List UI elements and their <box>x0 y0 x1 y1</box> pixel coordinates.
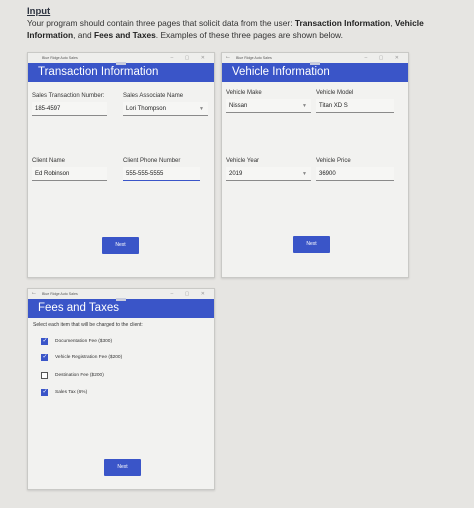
next-button[interactable]: Next <box>293 236 330 253</box>
vehicle-model-value: Titan XD S <box>319 103 348 109</box>
window-controls[interactable]: – ▢ ✕ <box>171 55 210 61</box>
intro-text-post: . Examples of these three pages are show… <box>155 30 343 40</box>
vehicle-model-field[interactable]: Titan XD S <box>316 99 394 113</box>
chevron-down-icon: ▼ <box>199 106 204 112</box>
vehicle-price-field[interactable]: 36900 <box>316 167 394 181</box>
intro-bold-fees: Fees and Taxes <box>94 30 156 40</box>
intro-text-pre: Your program should contain three pages … <box>27 18 295 28</box>
client-phone-label: Client Phone Number <box>123 158 181 164</box>
title-tab-marker <box>116 62 126 65</box>
page-title: Fees and Taxes <box>28 299 214 318</box>
page-title: Transaction Information <box>28 63 214 82</box>
destination-fee-checkbox[interactable] <box>41 372 48 379</box>
documentation-fee-label: Documentation Fee ($300) <box>55 339 113 344</box>
window-controls[interactable]: – ▢ ✕ <box>365 55 404 61</box>
sales-tax-checkbox[interactable] <box>41 388 48 396</box>
client-phone-field[interactable]: 555-555-5555 <box>123 167 200 181</box>
sales-transaction-number-label: Sales Transaction Number: <box>32 93 105 99</box>
vehicle-make-label: Vehicle Make <box>226 90 262 96</box>
title-tab-marker <box>310 62 320 65</box>
vehicle-make-value: Nissan <box>229 103 248 109</box>
next-button[interactable]: Next <box>102 237 139 254</box>
vehicle-model-label: Vehicle Model <box>316 90 354 96</box>
fees-window: ← Blue Ridge Auto Sales – ▢ ✕ Fees and T… <box>27 288 215 490</box>
arrow-left-icon[interactable]: ← <box>225 54 231 60</box>
intro-text-mid2: , and <box>73 30 95 40</box>
sales-transaction-number-field[interactable]: 185-4597 <box>32 102 107 116</box>
registration-fee-label: Vehicle Registration Fee ($200) <box>55 355 123 360</box>
intro-bold-transaction: Transaction Information <box>294 18 391 28</box>
sales-tax-label: Sales Tax (6%) <box>55 390 88 395</box>
chevron-down-icon: ▼ <box>302 171 307 177</box>
next-button[interactable]: Next <box>104 459 141 476</box>
client-name-field[interactable]: Ed Robinson <box>32 167 107 181</box>
vehicle-year-label: Vehicle Year <box>226 158 260 164</box>
client-name-label: Client Name <box>32 158 66 164</box>
client-name-value: Ed Robinson <box>35 171 70 177</box>
chevron-down-icon: ▼ <box>302 103 307 109</box>
title-tab-marker <box>116 298 126 301</box>
vehicle-make-dropdown[interactable]: Nissan ▼ <box>226 99 311 113</box>
sales-associate-name-dropdown[interactable]: Lori Thompson ▼ <box>123 102 208 116</box>
window-controls[interactable]: – ▢ ✕ <box>171 291 210 297</box>
vehicle-year-dropdown[interactable]: 2019 ▼ <box>226 167 311 181</box>
assignment-intro: Your program should contain three pages … <box>27 17 447 41</box>
assignment-heading: Input <box>27 6 51 17</box>
documentation-fee-checkbox[interactable] <box>41 337 48 345</box>
transaction-window: Blue Ridge Auto Sales – ▢ ✕ Transaction … <box>27 52 215 278</box>
registration-fee-checkbox[interactable] <box>41 353 48 361</box>
vehicle-price-value: 36900 <box>319 171 336 177</box>
vehicle-price-label: Vehicle Price <box>316 158 351 164</box>
page-title: Vehicle Information <box>222 63 408 82</box>
fees-instructions: Select each item that will be charged to… <box>33 322 143 328</box>
sales-associate-name-label: Sales Associate Name <box>123 93 184 99</box>
sales-transaction-number-value: 185-4597 <box>35 106 61 112</box>
arrow-left-icon[interactable]: ← <box>31 290 37 296</box>
vehicle-year-value: 2019 <box>229 171 243 177</box>
vehicle-window: ← Blue Ridge Auto Sales – ▢ ✕ Vehicle In… <box>221 52 409 278</box>
sales-associate-name-value: Lori Thompson <box>126 106 166 112</box>
app-title: Blue Ridge Auto Sales <box>236 55 272 60</box>
app-title: Blue Ridge Auto Sales <box>42 291 78 296</box>
destination-fee-label: Destination Fee ($200) <box>55 373 104 378</box>
client-phone-value: 555-555-5555 <box>126 171 164 177</box>
app-title: Blue Ridge Auto Sales <box>42 55 78 60</box>
